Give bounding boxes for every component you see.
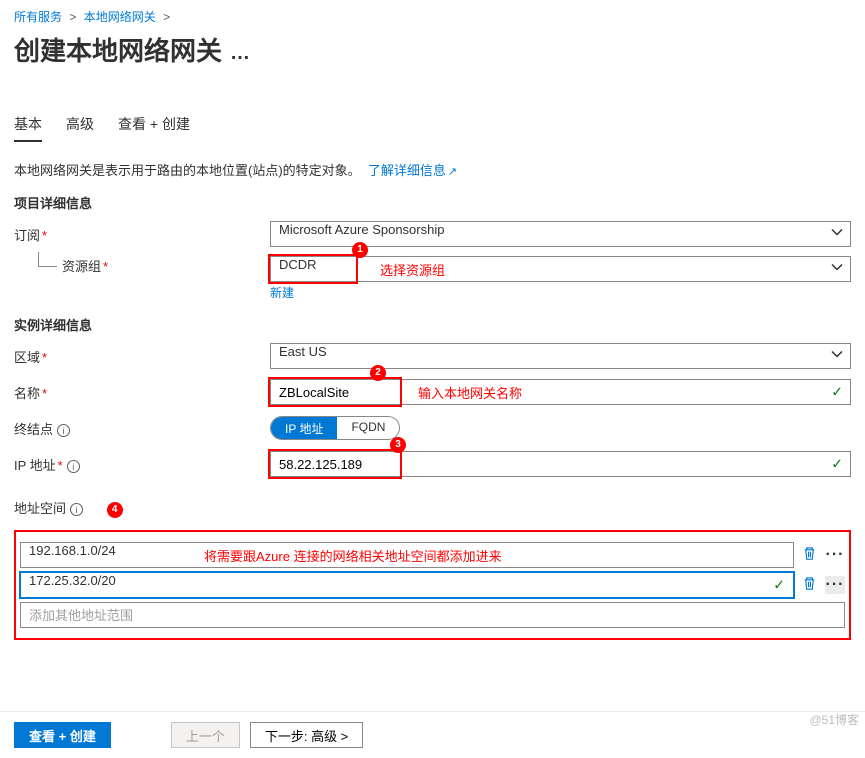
review-create-button[interactable]: 查看 + 创建 [14,722,111,748]
new-resource-group-link[interactable]: 新建 [270,284,294,301]
annotation-badge-3: 3 [390,437,406,453]
label-name: 名称* [14,383,270,402]
check-icon: ✓ [831,456,843,473]
description: 本地网络网关是表示用于路由的本地位置(站点)的特定对象。 了解详细信息↗ [14,160,851,179]
section-project-details: 项目详细信息 [14,193,851,212]
previous-button: 上一个 [171,722,240,748]
check-icon: ✓ [773,577,785,594]
breadcrumb-local-gateway[interactable]: 本地网络网关 [84,10,156,24]
tabs: 基本 高级 查看 + 创建 [14,108,851,142]
more-icon[interactable]: ··· [825,576,845,594]
annotation-text-name: 输入本地网关名称 [418,383,522,402]
label-resource-group: 资源组* [14,256,270,275]
watermark: @51博客 [809,711,859,728]
tab-review[interactable]: 查看 + 创建 [118,108,190,142]
annotation-badge-1: 1 [352,242,368,258]
more-actions-icon[interactable]: … [230,42,250,65]
region-select[interactable]: East US [270,343,851,369]
label-endpoint: 终结点i [14,419,270,438]
name-input[interactable] [270,379,851,405]
label-subscription: 订阅* [14,225,270,244]
info-icon[interactable]: i [67,460,80,473]
resource-group-select[interactable]: DCDR [270,256,851,282]
label-region: 区域* [14,347,270,366]
label-address-space: 地址空间i 4 [14,498,270,519]
toggle-ip[interactable]: IP 地址 [271,417,337,439]
learn-more-link[interactable]: 了解详细信息↗ [368,163,457,178]
breadcrumb-all-services[interactable]: 所有服务 [14,10,62,24]
page-title: 创建本地网络网关… [14,31,851,68]
tab-advanced[interactable]: 高级 [66,108,94,142]
more-icon[interactable]: ··· [825,546,845,564]
address-space-add-input[interactable] [20,602,845,628]
address-space-row[interactable]: 172.25.32.0/20✓ [20,572,794,598]
footer: 查看 + 创建 上一个 下一步: 高级 > [0,711,865,758]
breadcrumb: 所有服务 > 本地网络网关 > [14,8,851,25]
label-ip: IP 地址*i [14,455,270,474]
address-space-row[interactable]: 192.168.1.0/24 [20,542,794,568]
tab-basic[interactable]: 基本 [14,108,42,142]
next-button[interactable]: 下一步: 高级 > [250,722,363,748]
check-icon: ✓ [831,384,843,401]
delete-icon[interactable] [802,576,817,594]
info-icon[interactable]: i [70,503,83,516]
delete-icon[interactable] [802,546,817,564]
endpoint-toggle[interactable]: IP 地址 FQDN [270,416,400,440]
annotation-text-rg: 选择资源组 [380,260,445,279]
annotation-badge-4: 4 [107,502,123,518]
toggle-fqdn[interactable]: FQDN [337,417,399,439]
section-instance-details: 实例详细信息 [14,315,851,334]
annotation-badge-2: 2 [370,365,386,381]
info-icon[interactable]: i [57,424,70,437]
ip-input[interactable] [270,451,851,477]
